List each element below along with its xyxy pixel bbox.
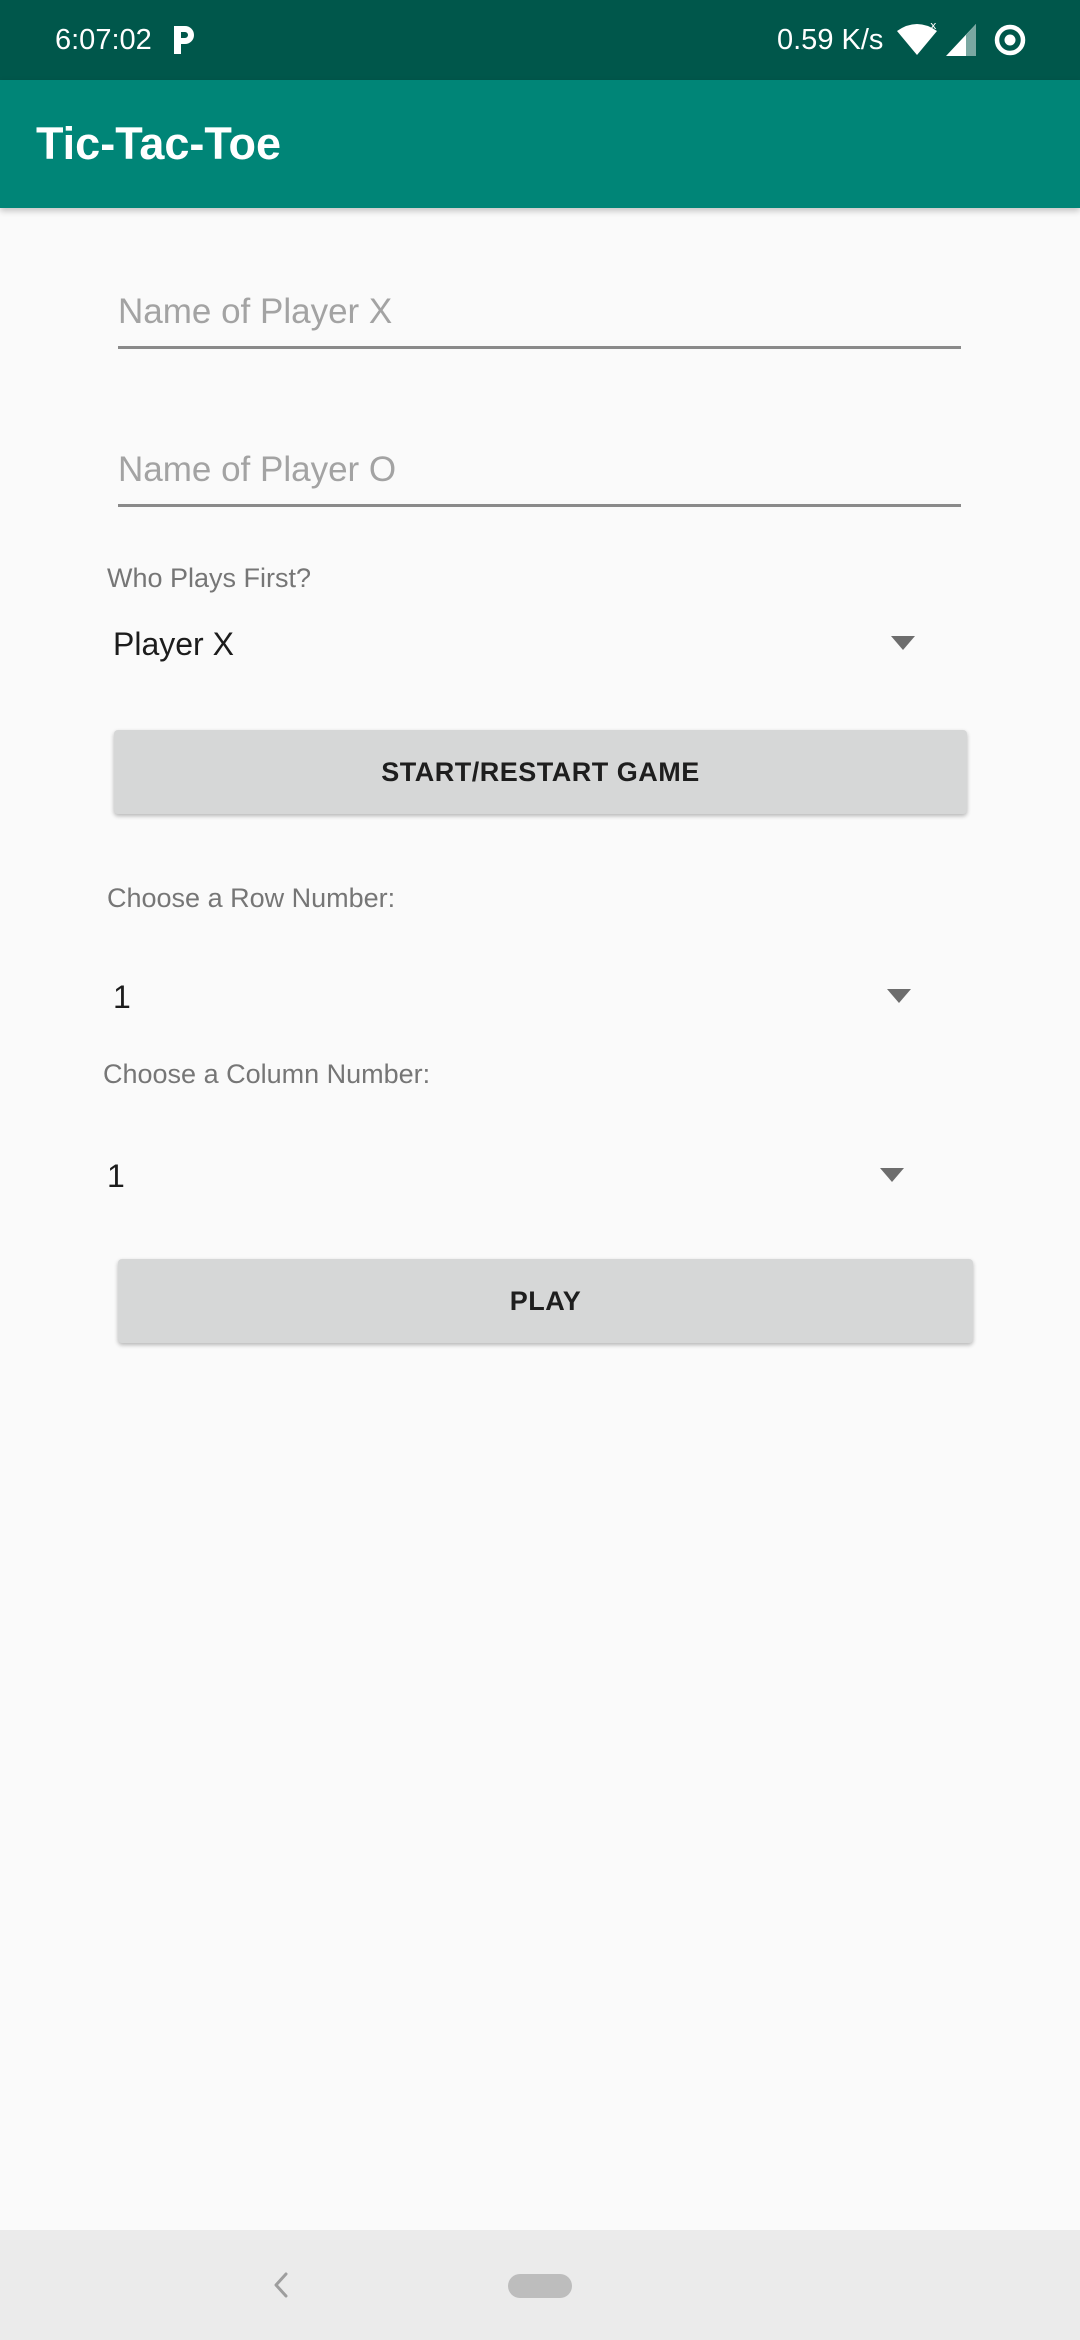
dropdown-arrow-icon [880, 1168, 904, 1182]
sync-icon [994, 24, 1026, 56]
back-icon[interactable] [270, 2270, 292, 2300]
first-player-spinner[interactable]: Player X [113, 614, 923, 674]
column-number-label: Choose a Column Number: [103, 1059, 431, 1089]
status-bar: 6:07:02 0.59 K/s x [0, 0, 1080, 80]
home-pill-icon[interactable] [508, 2274, 572, 2298]
player-x-name-input[interactable] [118, 282, 961, 342]
row-number-selected: 1 [113, 979, 131, 1015]
start-restart-game-button[interactable]: START/RESTART GAME [114, 730, 967, 814]
p-app-icon [174, 26, 194, 54]
first-player-label: Who Plays First? [107, 563, 312, 593]
network-speed: 0.59 K/s [777, 24, 884, 56]
app-bar: Tic-Tac-Toe [0, 80, 1080, 208]
wifi-icon: x [897, 22, 937, 55]
player-o-name-input[interactable] [118, 440, 961, 500]
play-button[interactable]: PLAY [118, 1259, 973, 1343]
dropdown-arrow-icon [887, 989, 911, 1003]
player-o-name-field-container [118, 440, 961, 507]
first-player-selected: Player X [113, 626, 234, 662]
column-number-spinner[interactable]: 1 [107, 1146, 912, 1206]
row-number-spinner[interactable]: 1 [113, 967, 919, 1027]
player-x-name-field-container [118, 282, 961, 349]
status-time: 6:07:02 [55, 24, 152, 56]
app-title: Tic-Tac-Toe [36, 118, 282, 169]
dropdown-arrow-icon [891, 636, 915, 650]
svg-text:x: x [930, 22, 937, 32]
navigation-bar [0, 2230, 1080, 2340]
signal-icon [946, 24, 976, 56]
row-number-label: Choose a Row Number: [107, 883, 396, 913]
column-number-selected: 1 [107, 1158, 125, 1194]
